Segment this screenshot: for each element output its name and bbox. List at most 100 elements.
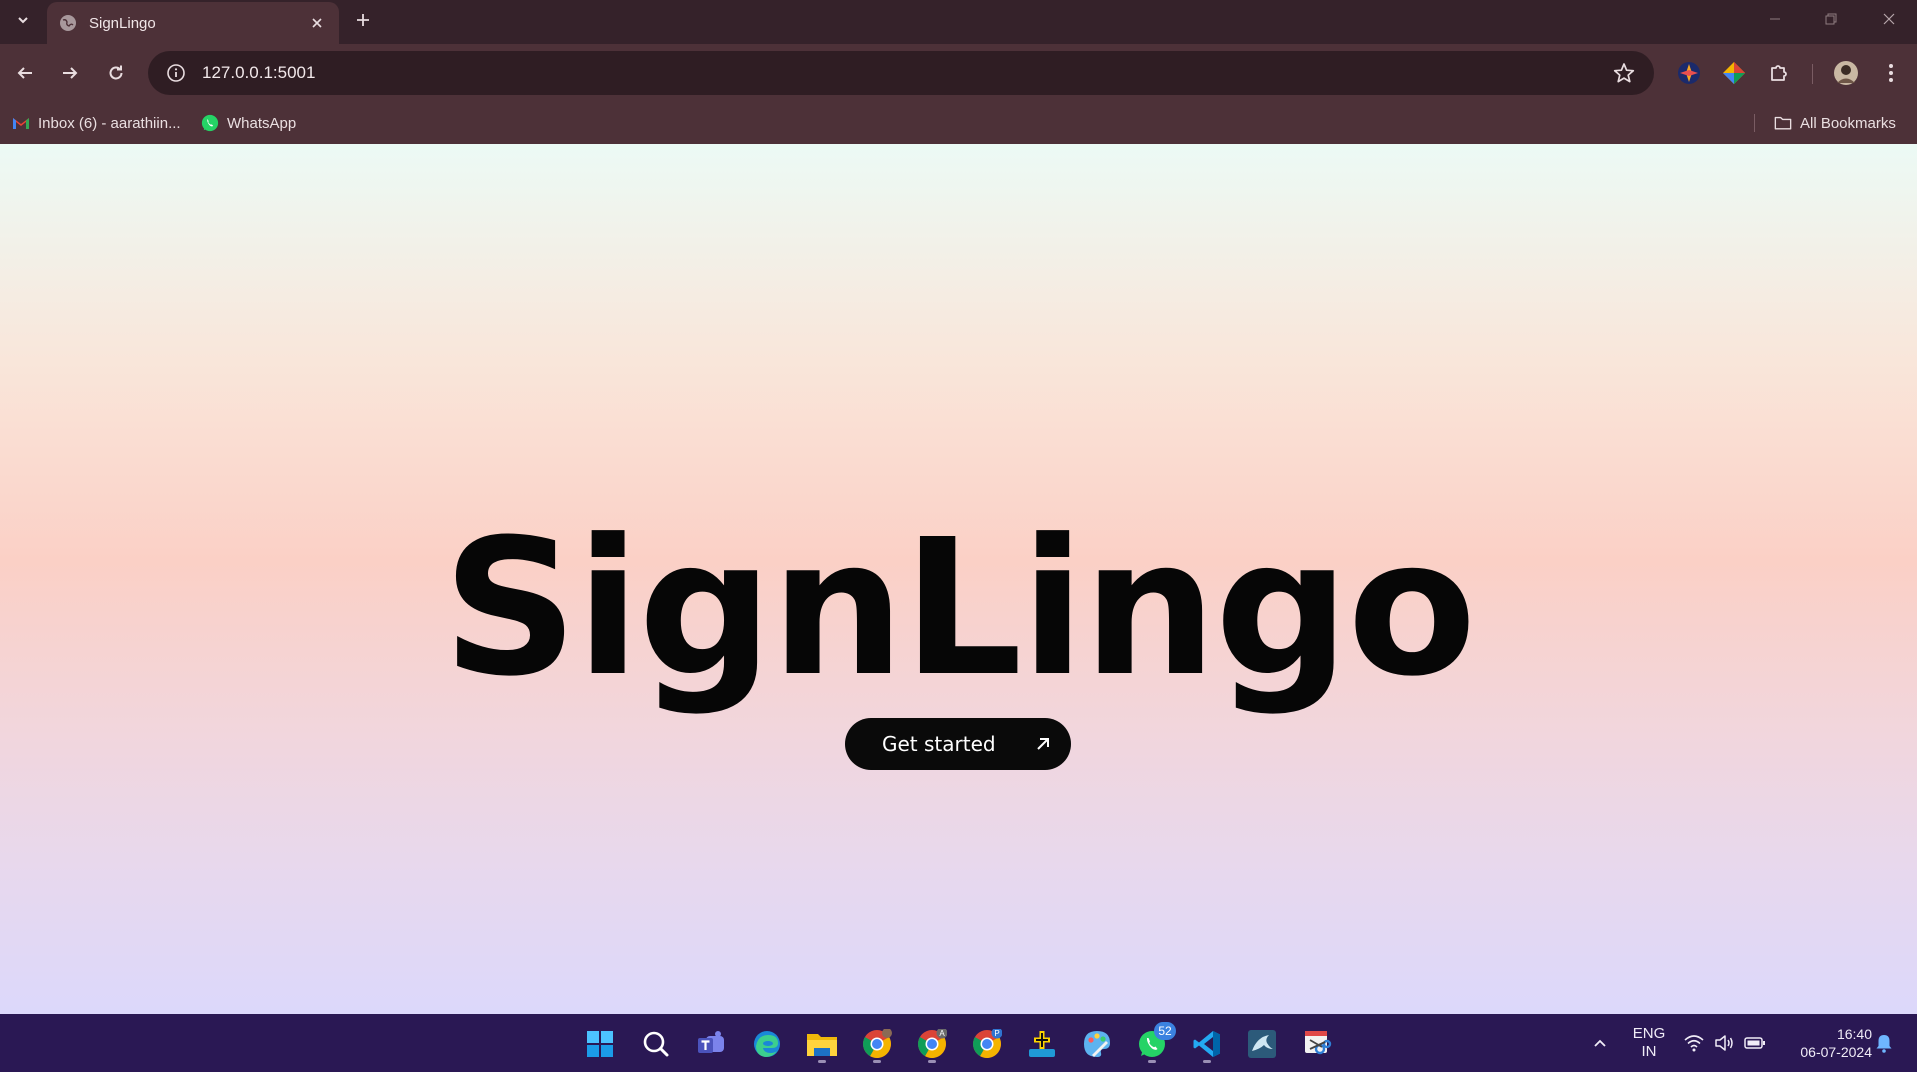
new-tab-button[interactable]: [349, 6, 377, 34]
whatsapp-taskbar-button[interactable]: 52: [1132, 1022, 1176, 1064]
address-bar[interactable]: 127.0.0.1:5001: [148, 51, 1654, 95]
edge-icon: [754, 1031, 780, 1057]
bookmark-star-button[interactable]: [1604, 53, 1644, 93]
wifi-button[interactable]: [1683, 1032, 1705, 1054]
file-explorer-button[interactable]: [802, 1024, 842, 1064]
profile-letter: A: [939, 1029, 945, 1038]
chrome-icon: A: [918, 1029, 947, 1058]
snipping-tool-button[interactable]: [1297, 1024, 1337, 1064]
close-window-button[interactable]: [1861, 0, 1917, 38]
avatar: [1834, 61, 1858, 85]
notification-badge: 52: [1154, 1022, 1176, 1040]
browser-menu-button[interactable]: [1874, 56, 1908, 90]
bookmarks-bar: Inbox (6) - aarathiin... WhatsApp All Bo…: [0, 102, 1917, 144]
folder-icon: [1774, 114, 1792, 132]
extension-diamond-button[interactable]: [1717, 56, 1751, 90]
tab-title: SignLingo: [89, 14, 156, 32]
get-started-label: Get started: [882, 732, 996, 756]
profile-letter: P: [994, 1029, 999, 1038]
tab-search-button[interactable]: [8, 5, 38, 35]
teams-button[interactable]: [691, 1024, 731, 1064]
all-bookmarks-button[interactable]: All Bookmarks: [1774, 111, 1896, 135]
vscode-button[interactable]: [1187, 1024, 1227, 1064]
vscode-icon: [1193, 1031, 1220, 1057]
chrome-profile-3-button[interactable]: P: [967, 1024, 1007, 1064]
paint-icon: [1084, 1031, 1110, 1057]
plus-icon: [357, 14, 369, 26]
speaker-icon: [1715, 1035, 1733, 1051]
paint-button[interactable]: [1077, 1024, 1117, 1064]
info-icon: [167, 64, 185, 82]
back-button[interactable]: [8, 56, 42, 90]
windows-taskbar: A P 52 ENG IN 16:40 06-07-2024: [0, 1014, 1917, 1072]
browser-tab-strip: SignLingo: [0, 0, 1917, 44]
tab-close-button[interactable]: [307, 13, 327, 33]
bookmark-label: Inbox (6) - aarathiin...: [38, 114, 181, 132]
reload-icon: [109, 65, 123, 80]
chrome-profile-1-button[interactable]: [857, 1024, 897, 1064]
show-hidden-icons-button[interactable]: [1589, 1032, 1611, 1054]
notifications-button[interactable]: [1873, 1032, 1895, 1054]
browser-toolbar: 127.0.0.1:5001: [0, 44, 1917, 102]
restore-icon: [1825, 13, 1837, 25]
teams-icon: [698, 1031, 724, 1053]
diamond-extension-icon: [1723, 62, 1745, 84]
extensions-menu-button[interactable]: [1762, 56, 1796, 90]
profile-button[interactable]: [1829, 56, 1863, 90]
clock[interactable]: 16:40 06-07-2024: [1780, 1025, 1872, 1061]
windows-start-icon: [587, 1031, 613, 1057]
close-icon: [312, 18, 322, 28]
star-icon: [1613, 63, 1635, 83]
running-indicator: [928, 1060, 936, 1063]
wifi-icon: [1684, 1035, 1704, 1052]
extension-compass-button[interactable]: [1672, 56, 1706, 90]
minimize-button[interactable]: [1747, 0, 1803, 38]
region-code: IN: [1641, 1043, 1657, 1060]
language-code: ENG: [1632, 1025, 1666, 1042]
toolbar-separator: [1812, 64, 1813, 84]
close-icon: [1883, 13, 1895, 25]
edge-button[interactable]: [747, 1024, 787, 1064]
chevron-up-icon: [1594, 1039, 1606, 1047]
bookmark-gmail[interactable]: Inbox (6) - aarathiin...: [12, 111, 181, 135]
scissors-icon: [1305, 1031, 1332, 1055]
volume-button[interactable]: [1713, 1032, 1735, 1054]
running-indicator: [818, 1060, 826, 1063]
arrow-left-icon: [17, 67, 32, 79]
chrome-profile-2-button[interactable]: A: [912, 1024, 952, 1064]
bookmark-label: WhatsApp: [227, 114, 297, 132]
bookmarks-separator: [1754, 114, 1755, 132]
forward-button[interactable]: [53, 56, 87, 90]
bell-icon: [1876, 1035, 1892, 1053]
chrome-icon: [863, 1029, 892, 1058]
page-content: SignLingo Get started: [0, 144, 1917, 1014]
mysql-workbench-button[interactable]: [1242, 1024, 1282, 1064]
bookmark-whatsapp[interactable]: WhatsApp: [201, 111, 296, 135]
plus-app-button[interactable]: [1022, 1024, 1062, 1064]
taskbar-search-button[interactable]: [636, 1024, 676, 1064]
battery-button[interactable]: [1744, 1032, 1766, 1054]
dolphin-icon: [1248, 1030, 1276, 1058]
all-bookmarks-label: All Bookmarks: [1800, 114, 1896, 132]
reload-button[interactable]: [99, 56, 133, 90]
minimize-icon: [1770, 18, 1780, 20]
arrow-right-icon: [63, 67, 78, 79]
search-icon: [643, 1031, 669, 1057]
get-started-button[interactable]: Get started: [845, 718, 1071, 770]
running-indicator: [873, 1060, 881, 1063]
globe-icon: [60, 15, 76, 31]
whatsapp-icon: [201, 114, 219, 132]
site-info-button[interactable]: [156, 53, 196, 93]
browser-tab[interactable]: SignLingo: [47, 2, 339, 44]
clock-date: 06-07-2024: [1800, 1044, 1872, 1060]
url-text[interactable]: 127.0.0.1:5001: [202, 63, 1604, 83]
restore-button[interactable]: [1803, 0, 1859, 38]
gmail-icon: [12, 114, 30, 132]
language-indicator[interactable]: ENG IN: [1628, 1025, 1670, 1061]
plus-app-icon: [1029, 1031, 1055, 1057]
battery-icon: [1744, 1037, 1765, 1049]
chevron-down-icon: [18, 17, 28, 24]
start-button[interactable]: [580, 1024, 620, 1064]
compass-extension-icon: [1678, 62, 1700, 84]
folder-icon: [807, 1034, 837, 1056]
